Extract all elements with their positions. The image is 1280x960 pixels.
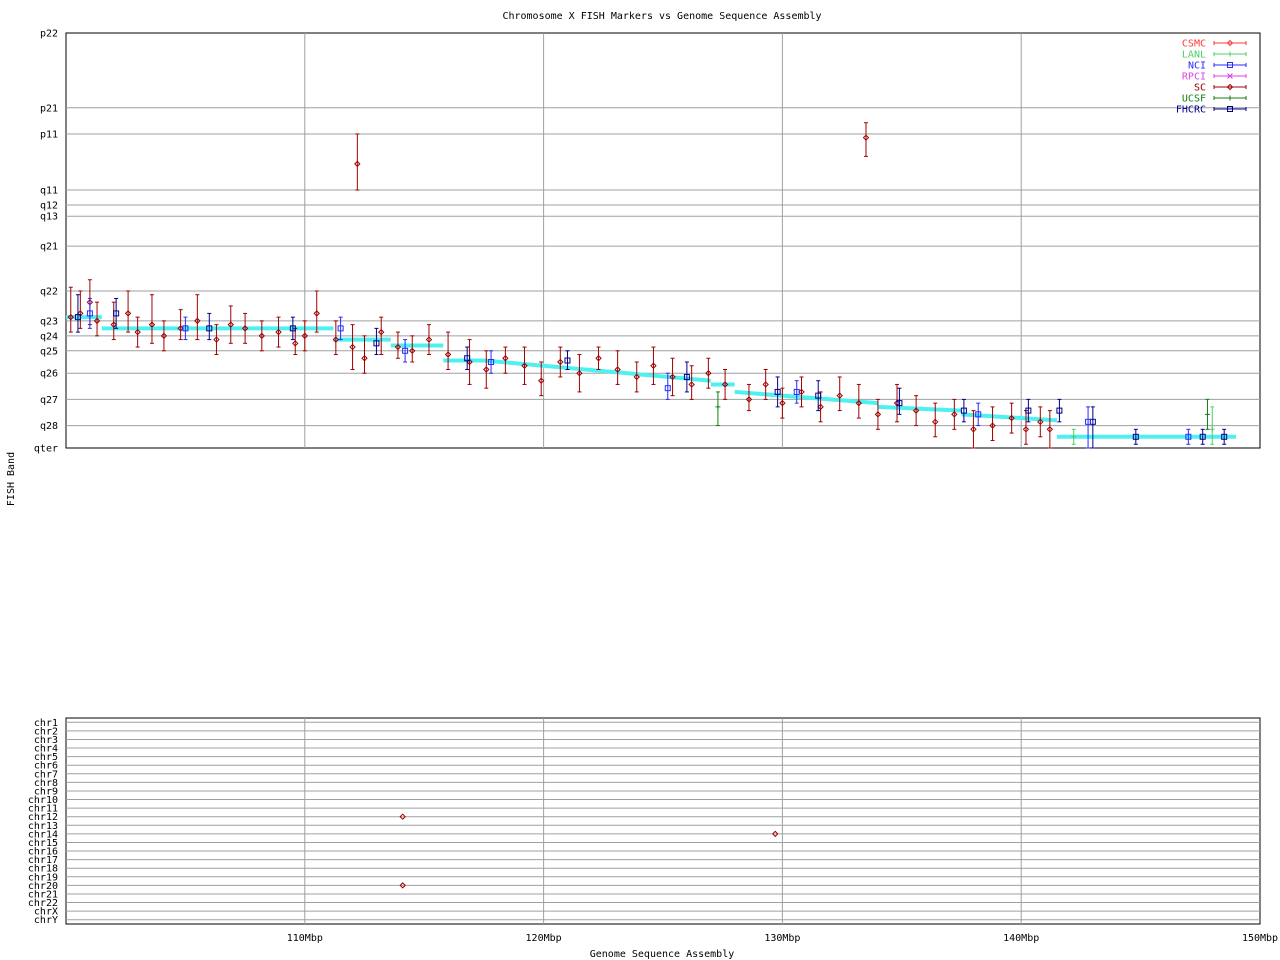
legend-label: LANL xyxy=(1182,50,1206,61)
marker-point xyxy=(1204,411,1210,417)
y-axis-label: FISH Band xyxy=(6,452,17,506)
consensus-segment xyxy=(877,404,962,413)
x-axis-label: Genome Sequence Assembly xyxy=(590,949,735,960)
band-tick-label: q23 xyxy=(40,316,58,327)
consensus-line xyxy=(66,315,1237,439)
legend-label: RPCI xyxy=(1182,72,1206,83)
legend-label: NCI xyxy=(1188,61,1206,72)
chrom-tick-label: chrY xyxy=(34,915,58,926)
fish-marker-chart: Chromosome X FISH Markers vs Genome Sequ… xyxy=(6,11,1278,960)
x-tick-label: 110Mbp xyxy=(287,933,323,944)
marker-point xyxy=(715,404,721,410)
x-tick-label: 140Mbp xyxy=(1003,933,1039,944)
band-tick-label: q28 xyxy=(40,421,58,432)
band-tick-label: q25 xyxy=(40,346,58,357)
chart-title: Chromosome X FISH Markers vs Genome Sequ… xyxy=(502,11,821,22)
band-plot-frame xyxy=(65,32,1261,449)
legend-label: SC xyxy=(1194,83,1206,94)
band-tick-label: q26 xyxy=(40,369,58,380)
band-tick-label: q24 xyxy=(40,331,58,342)
legend-label: FHCRC xyxy=(1176,105,1206,116)
grid-lines xyxy=(66,33,1260,924)
legend-marker xyxy=(1227,51,1233,57)
band-tick-label: p21 xyxy=(40,103,58,114)
x-tick-label: 120Mbp xyxy=(526,933,562,944)
band-tick-label: q22 xyxy=(40,286,58,297)
axis-labels: 110Mbp 120Mbp 130Mbp 140Mbp 150Mbp p22 p21 p11 q… xyxy=(28,29,1278,945)
band-tick-label: q11 xyxy=(40,186,58,197)
band-tick-label: q13 xyxy=(40,212,58,223)
band-tick-label: p11 xyxy=(40,129,58,140)
legend-marker xyxy=(1227,95,1233,101)
consensus-segment xyxy=(734,389,879,406)
chromosome-plot-frame xyxy=(65,717,1261,925)
x-tick-label: 150Mbp xyxy=(1242,933,1278,944)
band-tick-label: qter xyxy=(34,444,58,455)
legend: CSMCLANLNCIRPCISCUCSFFHCRC xyxy=(1176,39,1247,116)
consensus-segment xyxy=(483,358,711,383)
band-tick-label: q27 xyxy=(40,395,58,406)
x-tick-label: 130Mbp xyxy=(764,933,800,944)
legend-label: CSMC xyxy=(1182,39,1206,50)
legend-label: UCSF xyxy=(1182,94,1206,105)
marker-point xyxy=(1209,426,1215,432)
band-tick-label: q21 xyxy=(40,242,58,253)
band-tick-label: q12 xyxy=(40,200,58,211)
band-tick-label: p22 xyxy=(40,29,58,40)
